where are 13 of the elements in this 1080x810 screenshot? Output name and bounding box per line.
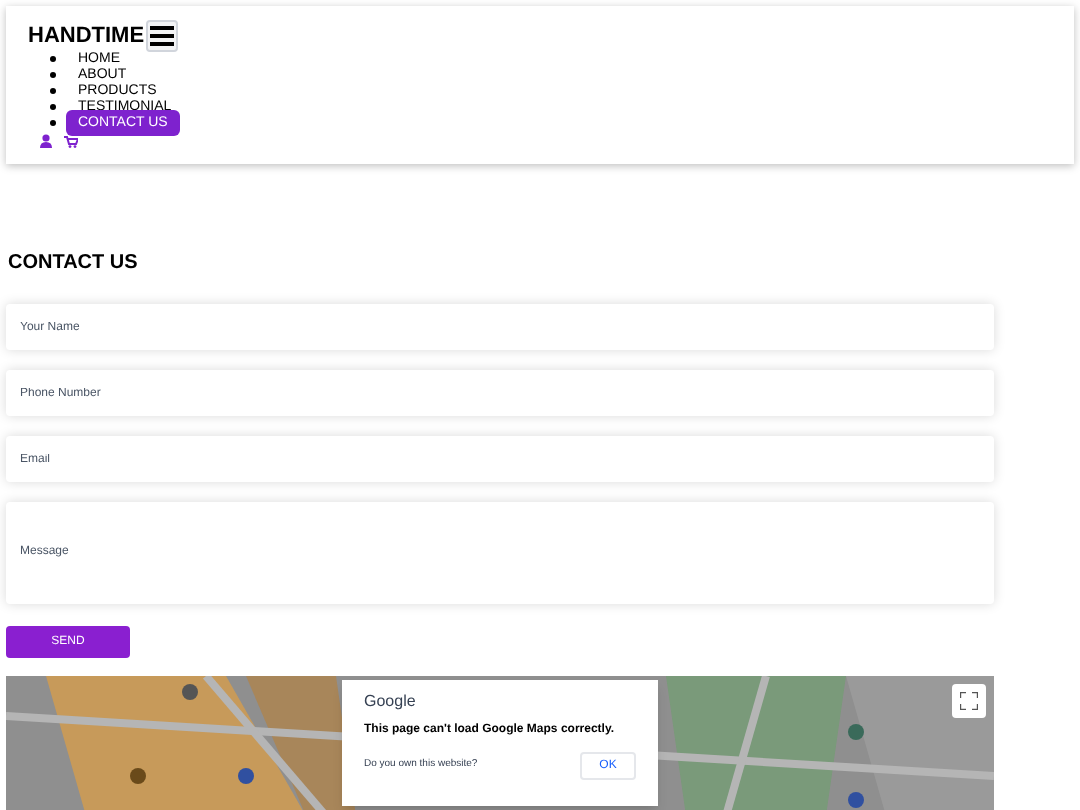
user-icon[interactable] [40,134,52,148]
page-heading: CONTACT US [8,254,140,274]
bullet-icon [50,103,56,109]
fullscreen-button[interactable] [952,684,986,718]
bullet-icon [50,71,56,77]
bullet-icon [50,87,56,93]
dialog-title: Google [364,694,418,710]
brand-logo[interactable]: HANDTIME [28,25,145,47]
bullet-icon [50,55,56,61]
cart-icon[interactable] [64,135,78,147]
fullscreen-icon [960,692,978,710]
bullet-icon [50,119,56,125]
menu-button[interactable] [146,20,179,52]
